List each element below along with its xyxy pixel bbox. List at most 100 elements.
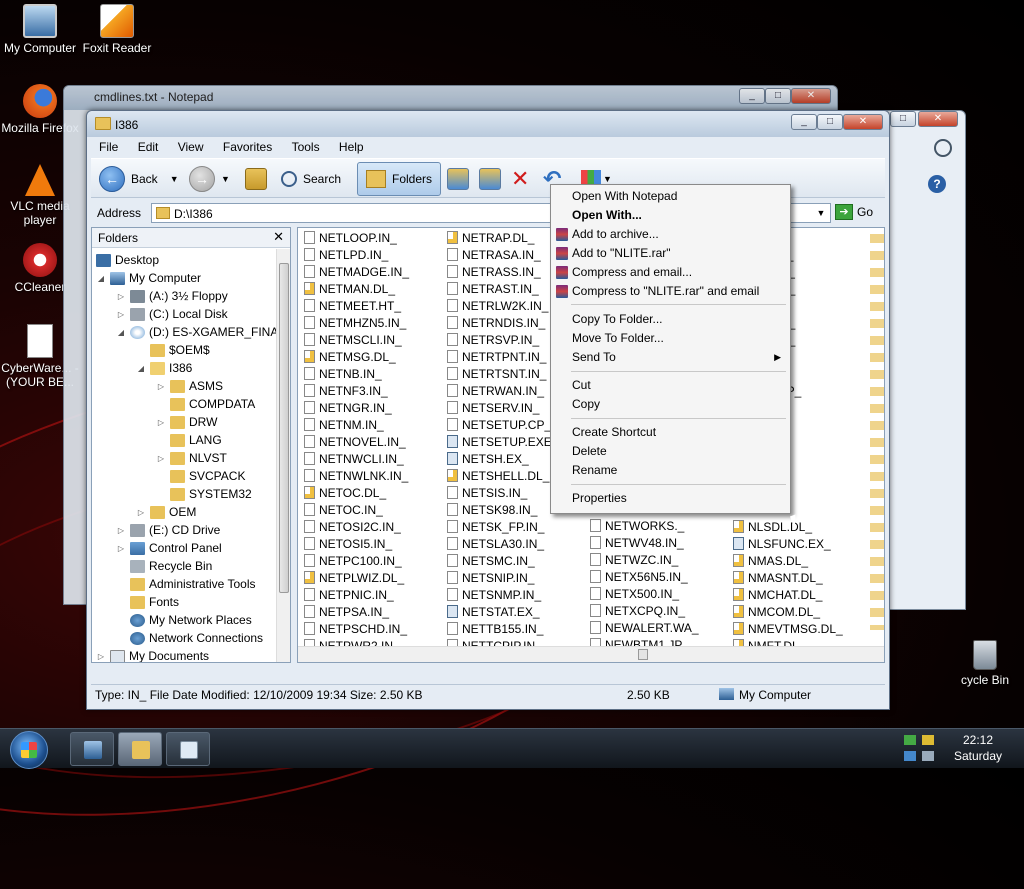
file-item[interactable]: NETOC.DL_ (300, 484, 444, 501)
tree-node[interactable]: Recycle Bin (130, 557, 212, 575)
desktop-icon-my-computer[interactable]: My Computer (0, 4, 80, 55)
menu-item-compress-to-rar-and-email[interactable]: Compress to "NLITE.rar" and email (552, 282, 789, 301)
forward-dropdown-icon[interactable]: ▼ (221, 174, 230, 184)
menu-item-copy-to-folder[interactable]: Copy To Folder... (552, 310, 789, 329)
tree-node[interactable]: Administrative Tools (130, 575, 256, 593)
taskbar-button-notepad[interactable] (166, 732, 210, 766)
background-maximize-button[interactable]: □ (890, 111, 916, 127)
menu-item-delete[interactable]: Delete (552, 442, 789, 461)
menu-item-copy[interactable]: Copy (552, 395, 789, 414)
menu-favorites[interactable]: Favorites (215, 138, 280, 156)
tree-node[interactable]: ▷ NLVST (156, 449, 227, 467)
collapse-icon[interactable]: ◢ (136, 364, 146, 373)
tree-node[interactable]: ▷ Control Panel (116, 539, 222, 557)
scrollbar-thumb[interactable] (638, 649, 648, 660)
notepad-titlebar[interactable]: cmdlines.txt - Notepad (64, 86, 837, 110)
menu-item-move-to-folder[interactable]: Move To Folder... (552, 329, 789, 348)
minimize-button[interactable]: _ (791, 114, 817, 130)
file-item[interactable]: NMCOM.DL_ (729, 603, 873, 620)
tree-node[interactable]: $OEM$ (150, 341, 210, 359)
file-item[interactable]: NETNWLNK.IN_ (300, 467, 444, 484)
file-item[interactable]: NETNM.IN_ (300, 416, 444, 433)
tree-node[interactable]: SYSTEM32 (170, 485, 252, 503)
menu-item-cut[interactable]: Cut (552, 376, 789, 395)
expand-icon[interactable]: ▷ (116, 310, 126, 319)
file-item[interactable]: NETSLA30.IN_ (443, 535, 587, 552)
background-close-button[interactable]: ✕ (918, 111, 958, 127)
menu-item-open-with-notepad[interactable]: Open With Notepad (552, 187, 789, 206)
file-item[interactable]: NETWORKS._ (586, 517, 730, 534)
folders-vertical-scrollbar[interactable] (276, 249, 290, 662)
tree-node[interactable]: ◢ My Computer (96, 269, 201, 287)
file-item[interactable]: NETX56N5.IN_ (586, 568, 730, 585)
language-tray-icon[interactable] (904, 751, 916, 761)
tree-node[interactable]: ◢ (D:) ES-XGAMER_FINA (116, 323, 276, 341)
tree-node[interactable]: ▷ (C:) Local Disk (116, 305, 228, 323)
file-item[interactable]: NMAS.DL_ (729, 552, 873, 569)
file-item[interactable]: NETX500.IN_ (586, 585, 730, 602)
file-item[interactable]: NETPC100.IN_ (300, 552, 444, 569)
expand-icon[interactable]: ▷ (156, 382, 166, 391)
tree-node[interactable]: COMPDATA (170, 395, 255, 413)
file-item[interactable]: NETOSI5.IN_ (300, 535, 444, 552)
menu-item-open-with[interactable]: Open With... (552, 206, 789, 225)
menu-item-rename[interactable]: Rename (552, 461, 789, 480)
taskbar-button-my-computer[interactable] (70, 732, 114, 766)
file-item[interactable]: NMEVTMSG.DL_ (729, 620, 873, 637)
file-item[interactable]: NETMADGE.IN_ (300, 263, 444, 280)
file-item[interactable]: NEWALERT.WA_ (586, 619, 730, 636)
expand-icon[interactable]: ▷ (116, 526, 126, 535)
file-item[interactable]: NETWV48.IN_ (586, 534, 730, 551)
copy-to-button[interactable] (479, 162, 501, 196)
scrollbar-thumb[interactable] (279, 263, 289, 593)
notepad-minimize-button[interactable]: _ (739, 88, 765, 104)
tree-node[interactable]: ▷ ASMS (156, 377, 223, 395)
file-item[interactable]: NETPLWIZ.DL_ (300, 569, 444, 586)
menu-tools[interactable]: Tools (284, 138, 328, 156)
menu-item-add-to-archive[interactable]: Add to archive... (552, 225, 789, 244)
file-item[interactable]: NETSTAT.EX_ (443, 603, 587, 620)
expand-icon[interactable]: ▷ (116, 544, 126, 553)
notepad-maximize-button[interactable]: □ (765, 88, 791, 104)
clock[interactable]: 22:12 Saturday (954, 732, 1002, 764)
file-item[interactable]: NETTB155.IN_ (443, 620, 587, 637)
tree-node-selected[interactable]: ◢ I386 (136, 359, 192, 377)
tree-node[interactable]: My Network Places (130, 611, 252, 629)
file-item[interactable]: NETOC.IN_ (300, 501, 444, 518)
expand-icon[interactable]: ▷ (156, 454, 166, 463)
file-item[interactable]: NETPSCHD.IN_ (300, 620, 444, 637)
file-item[interactable]: NETSNMP.IN_ (443, 586, 587, 603)
desktop-icon-foxit-reader[interactable]: Foxit Reader (77, 4, 157, 55)
file-item[interactable]: NETPNIC.IN_ (300, 586, 444, 603)
tree-node[interactable]: ▷ My Documents (96, 647, 209, 662)
file-item[interactable]: NETSNIP.IN_ (443, 569, 587, 586)
file-item[interactable]: NETSK_FP.IN_ (443, 518, 587, 535)
menu-item-create-shortcut[interactable]: Create Shortcut (552, 423, 789, 442)
tree-node[interactable]: ▷ (E:) CD Drive (116, 521, 220, 539)
search-button[interactable]: Search (281, 162, 341, 196)
search-icon[interactable] (934, 139, 952, 157)
tree-node[interactable]: ▷ DRW (156, 413, 218, 431)
desktop-icon-recycle-bin[interactable]: cycle Bin (946, 640, 1024, 687)
file-item[interactable]: NETNOVEL.IN_ (300, 433, 444, 450)
maximize-button[interactable]: □ (817, 114, 843, 130)
file-item[interactable]: NETLPD.IN_ (300, 246, 444, 263)
file-item[interactable]: NETWZC.IN_ (586, 551, 730, 568)
tree-node[interactable]: Fonts (130, 593, 179, 611)
menu-item-send-to[interactable]: Send To ▶ (552, 348, 789, 367)
menu-item-properties[interactable]: Properties (552, 489, 789, 508)
file-item[interactable]: NETPSA.IN_ (300, 603, 444, 620)
address-dropdown-icon[interactable]: ▼ (813, 204, 829, 222)
tree-node[interactable]: ▷ OEM (136, 503, 196, 521)
files-horizontal-scrollbar[interactable] (298, 646, 884, 662)
file-item[interactable]: NETNB.IN_ (300, 365, 444, 382)
folders-button[interactable]: Folders (357, 162, 442, 196)
collapse-icon[interactable]: ◢ (96, 274, 106, 283)
menu-file[interactable]: File (91, 138, 126, 156)
back-dropdown-icon[interactable]: ▼ (170, 174, 179, 184)
file-item[interactable]: NLSFUNC.EX_ (729, 535, 873, 552)
forward-button[interactable]: → ▼ (189, 162, 230, 196)
safely-remove-tray-icon[interactable] (922, 751, 934, 761)
file-item[interactable]: NMASNT.DL_ (729, 569, 873, 586)
menu-help[interactable]: Help (331, 138, 372, 156)
